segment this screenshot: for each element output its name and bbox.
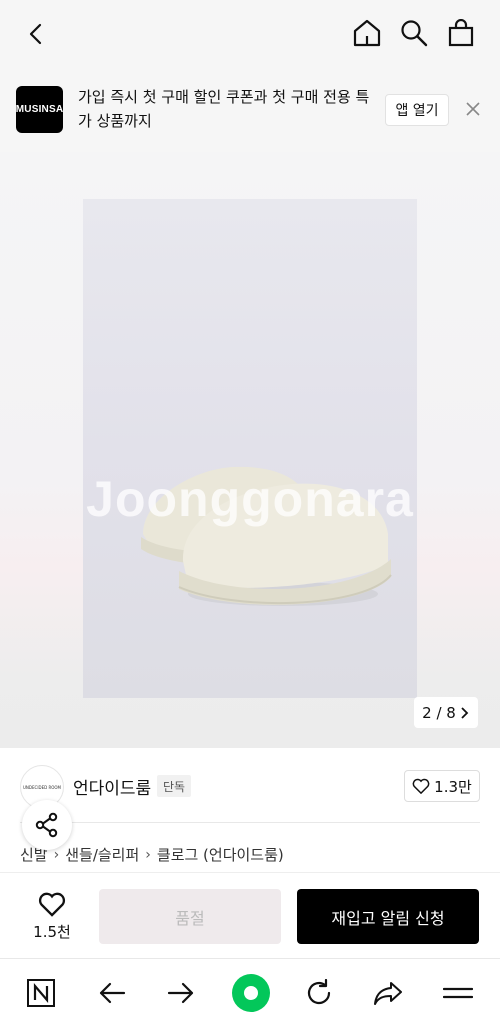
top-nav [0, 0, 500, 68]
wishlist-count: 1.5천 [33, 923, 71, 941]
brand-row: UNDECIDED ROOM 언다이드룸 단독 1.3만 [0, 748, 500, 822]
browser-toolbar [0, 958, 500, 1025]
musinsa-logo: MUSINSA [16, 86, 63, 133]
soldout-button: 품절 [99, 889, 281, 944]
exclusive-badge: 단독 [157, 775, 192, 797]
menu-icon[interactable] [441, 976, 475, 1010]
chevron-right-icon [461, 706, 469, 719]
close-icon[interactable] [461, 97, 485, 121]
share-button[interactable] [22, 800, 72, 850]
product-gallery[interactable]: Joonggonara 2 / 8 [0, 152, 500, 748]
reload-icon[interactable] [302, 976, 336, 1010]
brand-like-count: 1.3만 [434, 777, 472, 796]
app-install-banner: MUSINSA 가입 즉시 첫 구매 할인 쿠폰과 첫 구매 전용 특가 상품까… [0, 68, 500, 152]
naver-icon[interactable] [24, 976, 58, 1010]
prev-icon[interactable] [95, 976, 129, 1010]
back-arrow-icon[interactable] [20, 18, 52, 50]
breadcrumb-item[interactable]: 샌들/슬리퍼 [65, 844, 139, 865]
shopping-bag-icon[interactable] [444, 16, 478, 50]
divider [20, 822, 480, 823]
brand-like-button[interactable]: 1.3만 [404, 770, 480, 802]
product-image [83, 199, 417, 698]
heart-icon [38, 892, 66, 917]
open-app-button[interactable]: 앱 열기 [385, 94, 449, 126]
breadcrumb-item[interactable]: 클로그 (언다이드룸) [157, 844, 284, 865]
green-dot-icon[interactable] [231, 973, 271, 1013]
wishlist-button[interactable]: 1.5천 [28, 891, 76, 945]
next-icon[interactable] [164, 976, 198, 1010]
restock-alert-button[interactable]: 재입고 알림 신청 [297, 889, 479, 944]
image-counter[interactable]: 2 / 8 [414, 697, 478, 728]
home-icon[interactable] [350, 16, 384, 50]
forward-share-icon[interactable] [371, 976, 405, 1010]
heart-icon [412, 778, 430, 794]
share-icon [35, 812, 58, 838]
purchase-bar: 1.5천 품절 재입고 알림 신청 [0, 872, 500, 959]
chevron-right-icon: › [53, 846, 60, 863]
search-icon[interactable] [397, 16, 431, 50]
breadcrumb: 신발 › 샌들/슬리퍼 › 클로그 (언다이드룸) [20, 844, 284, 865]
chevron-right-icon: › [145, 846, 151, 863]
banner-promo-text: 가입 즉시 첫 구매 할인 쿠폰과 첫 구매 전용 특가 상품까지 [78, 88, 370, 130]
watermark: Joonggonara [86, 471, 414, 527]
image-counter-text: 2 / 8 [422, 703, 456, 722]
brand-name[interactable]: 언다이드룸 [73, 774, 151, 799]
